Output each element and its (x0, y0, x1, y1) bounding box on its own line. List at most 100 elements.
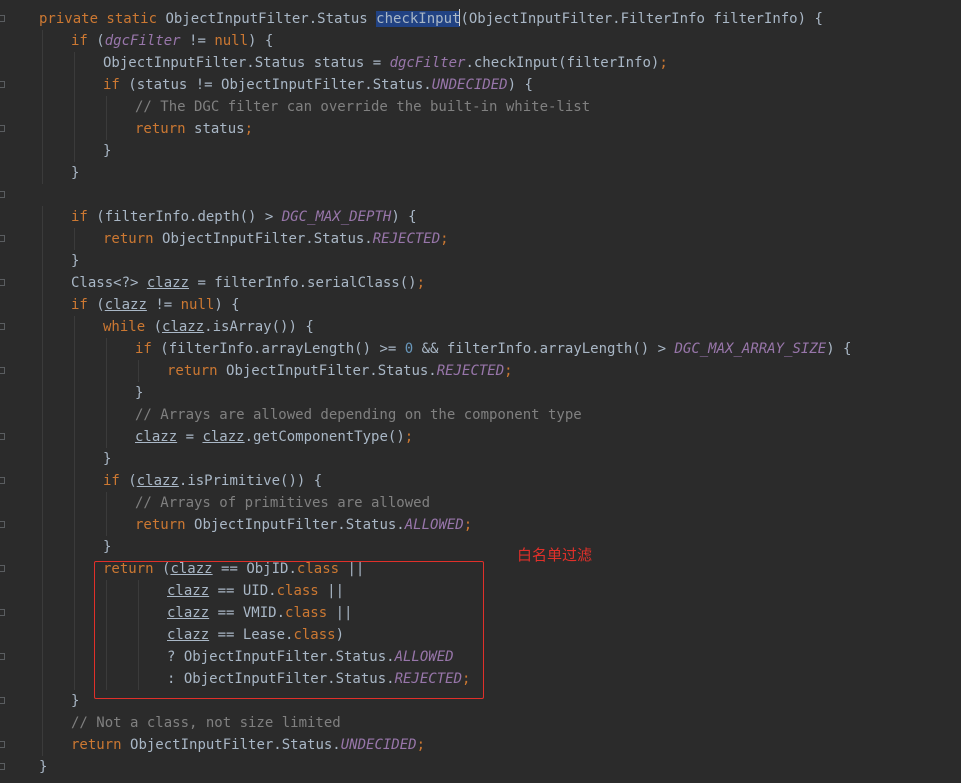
indent-guide (42, 140, 43, 162)
fold-marker-icon[interactable] (0, 521, 5, 528)
fold-marker-icon[interactable] (0, 741, 5, 748)
code-token: } (103, 143, 112, 159)
code-token: null (180, 297, 215, 313)
indent-guide (42, 338, 43, 360)
code-token: if (71, 33, 97, 49)
indent-guide (42, 162, 43, 184)
code-token: .getComponentType() (244, 429, 405, 445)
fold-marker-icon[interactable] (0, 433, 5, 440)
indent-guide (42, 426, 43, 448)
code-text: } (71, 250, 79, 272)
code-text: } (71, 162, 79, 184)
indent-guide (106, 426, 107, 448)
indent-guide (74, 602, 75, 624)
indent-guide (74, 492, 75, 514)
code-token: clazz (136, 473, 179, 489)
code-token: UNDECIDED (431, 77, 508, 93)
code-text: if (status != ObjectInputFilter.Status.U… (103, 74, 533, 96)
whitelist-highlight-box (94, 561, 484, 699)
fold-marker-icon[interactable] (0, 191, 5, 198)
fold-marker-icon[interactable] (0, 125, 5, 132)
code-token: ALLOWED (404, 517, 464, 533)
code-token: (filterInfo.depth() > (96, 209, 282, 225)
indent-guide (42, 690, 43, 712)
fold-marker-icon[interactable] (0, 697, 5, 704)
fold-marker-icon[interactable] (0, 279, 5, 286)
code-token: if (71, 209, 97, 225)
code-token: ) { (391, 209, 417, 225)
fold-marker-icon[interactable] (0, 763, 5, 770)
code-token: } (103, 539, 112, 555)
indent-guide (42, 734, 43, 756)
indent-guide (42, 30, 43, 52)
code-token: ObjectInputFilter.Status. (194, 517, 405, 533)
code-token: = filterInfo.serialClass() (189, 275, 417, 291)
code-token: .checkInput(filterInfo) (465, 55, 660, 71)
indent-guide (74, 338, 75, 360)
fold-marker-icon[interactable] (0, 477, 5, 484)
code-token: REJECTED (436, 363, 505, 379)
indent-guide (42, 360, 43, 382)
whitelist-filter-annotation: 白名单过滤 (517, 546, 593, 564)
indent-guide (74, 228, 75, 250)
fold-marker-icon[interactable] (0, 235, 5, 242)
code-text: } (71, 690, 79, 712)
code-token: // Arrays are allowed depending on the c… (135, 407, 582, 423)
code-text: // Not a class, not size limited (71, 712, 341, 734)
indent-guide (106, 118, 107, 140)
indent-guide (74, 536, 75, 558)
code-token: if (103, 473, 129, 489)
indent-guide (42, 272, 43, 294)
code-text: while (clazz.isArray()) { (103, 316, 314, 338)
code-token: dgcFilter (104, 33, 181, 49)
code-text: if (filterInfo.arrayLength() >= 0 && fil… (135, 338, 851, 360)
fold-marker-icon[interactable] (0, 565, 5, 572)
indent-guide (106, 514, 107, 536)
code-token: return (167, 363, 227, 379)
code-token: DGC_MAX_DEPTH (281, 209, 392, 225)
code-token: ( (128, 473, 137, 489)
code-token: ; (440, 231, 449, 247)
indent-guide (74, 426, 75, 448)
fold-gutter[interactable] (0, 0, 10, 783)
indent-guide (74, 580, 75, 602)
fold-marker-icon[interactable] (0, 15, 5, 22)
code-token: null (214, 33, 249, 49)
indent-guide (138, 360, 139, 382)
code-token: ; (463, 517, 473, 533)
code-text: return ObjectInputFilter.Status.ALLOWED; (135, 514, 472, 536)
code-token: (status != ObjectInputFilter.Status. (128, 77, 432, 93)
code-token: } (39, 759, 48, 775)
code-token: ( (96, 33, 105, 49)
code-text: private static ObjectInputFilter.Status … (39, 8, 823, 30)
code-text: } (103, 536, 111, 558)
indent-guide (74, 360, 75, 382)
fold-marker-icon[interactable] (0, 323, 5, 330)
code-editor[interactable]: private static ObjectInputFilter.Status … (0, 0, 961, 783)
code-token: // Arrays of primitives are allowed (135, 495, 431, 511)
indent-guide (42, 316, 43, 338)
fold-marker-icon[interactable] (0, 367, 5, 374)
fold-marker-icon[interactable] (0, 81, 5, 88)
indent-guide (42, 294, 43, 316)
code-text: } (103, 140, 111, 162)
indent-guide (42, 382, 43, 404)
fold-marker-icon[interactable] (0, 609, 5, 616)
code-token: // The DGC filter can override the built… (135, 99, 591, 115)
code-token: clazz (146, 275, 190, 291)
code-token: .isArray()) { (204, 319, 314, 335)
code-text: } (39, 756, 47, 778)
code-token: && filterInfo.arrayLength() > (413, 341, 675, 357)
indent-guide (42, 514, 43, 536)
code-token: Class<?> (71, 275, 147, 291)
indent-guide (42, 558, 43, 580)
code-token: ; (404, 429, 414, 445)
indent-guide (74, 624, 75, 646)
code-token: ; (659, 55, 668, 71)
indent-guide (106, 360, 107, 382)
fold-marker-icon[interactable] (0, 653, 5, 660)
code-text: ObjectInputFilter.Status status = dgcFil… (103, 52, 668, 74)
code-token: ObjectInputFilter.Status status = (103, 55, 390, 71)
code-token: UNDECIDED (340, 737, 417, 753)
code-token: = (177, 429, 203, 445)
